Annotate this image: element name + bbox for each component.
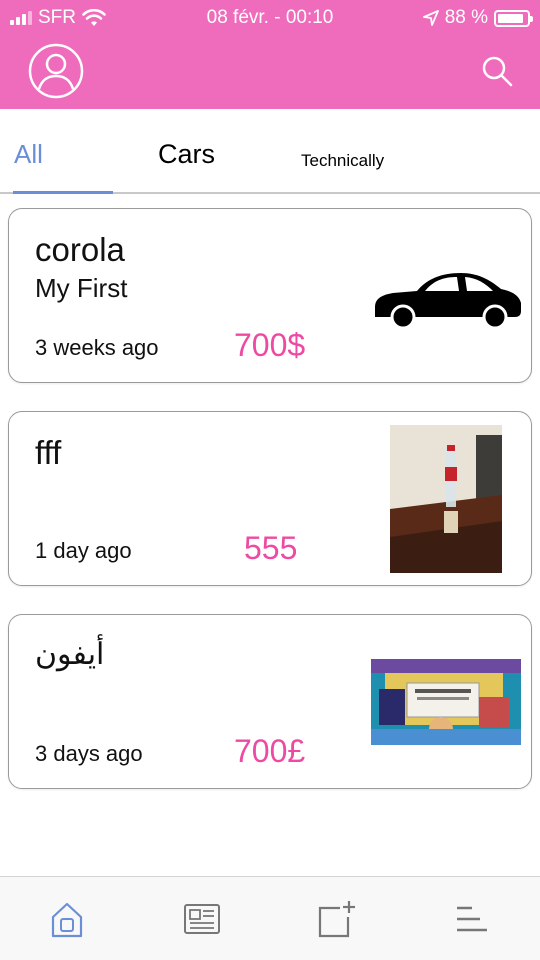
user-icon[interactable] (28, 43, 84, 99)
listing-card[interactable]: fff 1 day ago 555 (8, 411, 532, 586)
active-tab-indicator (13, 191, 113, 194)
listing-date: 1 day ago (35, 538, 132, 563)
bottle-photo-image (390, 425, 502, 573)
app-bar (0, 36, 540, 109)
car-silhouette-image (375, 273, 521, 329)
add-post-icon[interactable] (316, 899, 356, 939)
listing-price: 700$ (234, 327, 306, 363)
tab-cars[interactable]: Cars (158, 139, 215, 170)
category-tabs: All Cars Technically (0, 109, 540, 194)
battery-icon (494, 9, 533, 27)
listing-title: corola (35, 231, 125, 268)
bottom-nav (0, 876, 540, 960)
tab-all[interactable]: All (14, 139, 43, 170)
tab-technically[interactable]: Technically (301, 151, 384, 171)
home-icon[interactable] (47, 899, 87, 939)
listing-price: 700£ (234, 733, 306, 769)
location-arrow-icon (422, 10, 439, 26)
listing-card[interactable]: corola My First 3 weeks ago 700$ (8, 208, 532, 383)
listing-date: 3 days ago (35, 741, 143, 766)
search-icon[interactable] (480, 54, 514, 88)
listing-date: 3 weeks ago (35, 335, 159, 360)
battery-group: 88 % (422, 7, 533, 29)
status-bar: SFR 08 févr. - 00:10 88 % (0, 0, 540, 36)
battery-percent: 88 % (444, 7, 488, 28)
menu-icon[interactable] (452, 899, 492, 939)
listing-title: أيفون (35, 638, 105, 671)
listing-price: 555 (244, 530, 298, 566)
news-icon[interactable] (182, 899, 222, 939)
game-screenshot-image (371, 659, 521, 745)
listing-subtitle: My First (35, 273, 128, 303)
listing-title: fff (35, 434, 62, 471)
listing-card[interactable]: أيفون 3 days ago 700£ (8, 614, 532, 789)
